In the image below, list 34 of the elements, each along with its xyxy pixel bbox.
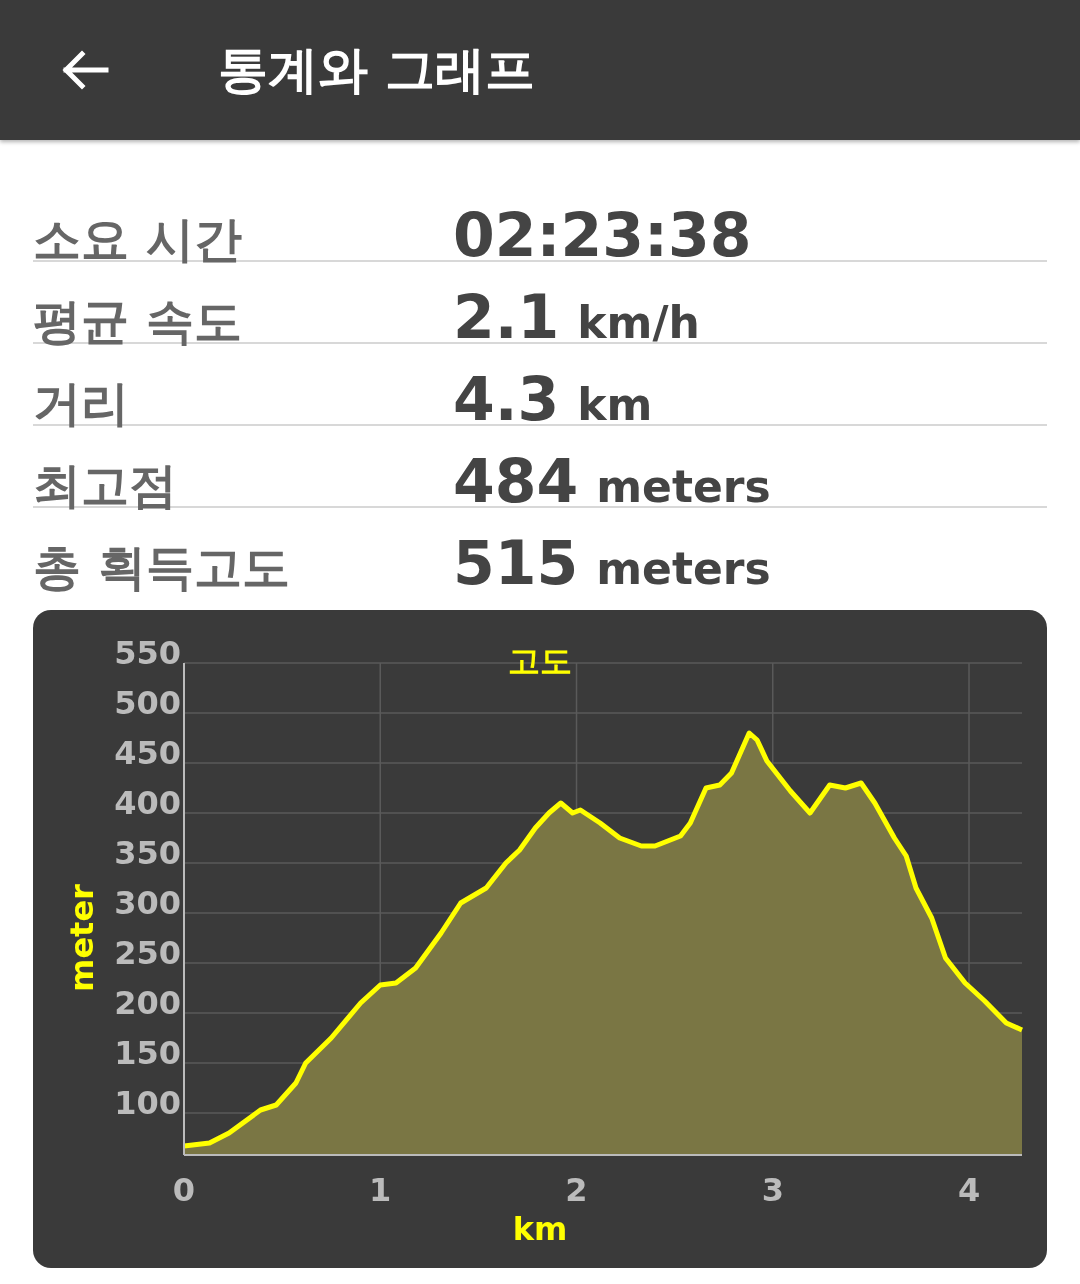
x-axis-title: km — [512, 1210, 568, 1248]
stat-value: 484 — [453, 446, 579, 516]
axis-label: 300 — [114, 884, 181, 922]
stat-label: 총 획득고도 — [33, 538, 291, 597]
axis-label: 350 — [114, 834, 181, 872]
axis-label: 3 — [761, 1171, 784, 1209]
axis-label: 100 — [114, 1084, 181, 1122]
axis-label: 550 — [114, 634, 181, 672]
stat-value: 02:23:38 — [453, 200, 752, 270]
axis-label: 250 — [114, 934, 181, 972]
stat-value: 4.3 — [453, 364, 560, 434]
axis-label: 0 — [172, 1171, 196, 1209]
stat-label: 거리 — [33, 374, 130, 433]
stat-unit: meters — [596, 543, 771, 594]
stat-value: 2.1 — [453, 282, 560, 352]
chart-title: 고도 — [508, 642, 572, 680]
axis-label: 2 — [565, 1171, 588, 1209]
stat-label: 소요 시간 — [33, 210, 243, 269]
axis-label: 1 — [369, 1171, 392, 1209]
axis-label: 400 — [114, 784, 181, 822]
stat-label: 평균 속도 — [33, 292, 243, 351]
axis-label: 4 — [957, 1171, 981, 1209]
axis-label: 450 — [114, 734, 181, 772]
stat-label: 최고점 — [33, 456, 178, 515]
stat-unit: meters — [596, 461, 771, 512]
stat-unit: km — [577, 379, 653, 430]
axis-label: 500 — [114, 684, 181, 722]
stat-unit: km/h — [577, 297, 700, 348]
stat-value: 515 — [453, 528, 579, 598]
screen-title: 통계와 그래프 — [218, 39, 536, 101]
back-arrow-icon[interactable] — [60, 50, 110, 90]
axis-label: 150 — [114, 1034, 181, 1072]
y-axis-title: meter — [63, 884, 101, 992]
axis-label: 200 — [114, 984, 181, 1022]
